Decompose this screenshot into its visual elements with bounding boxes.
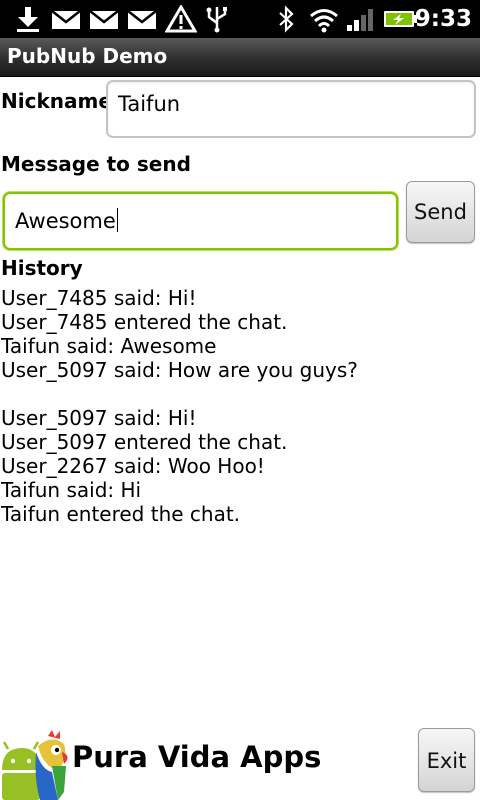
battery-charging-icon: [384, 11, 417, 27]
text-cursor: [116, 208, 118, 232]
footer-brand: Pura Vida Apps: [72, 740, 322, 774]
android-mascot-logo: [2, 730, 68, 800]
history-entry: User_5097 said: Hi!: [1, 406, 197, 430]
history-entry: [1, 382, 471, 406]
wifi-icon: [310, 9, 338, 33]
message-value: Awesome: [15, 208, 118, 233]
status-bar: 9:33: [0, 0, 480, 38]
nickname-label: Nickname: [1, 89, 112, 113]
usb-icon: [206, 7, 227, 33]
exit-button-label: Exit: [426, 749, 467, 773]
history-list: User_7485 said: Hi! User_7485 entered th…: [1, 286, 471, 526]
signal-icon: [347, 9, 373, 31]
history-entry: Taifun entered the chat.: [1, 502, 241, 526]
send-button[interactable]: Send: [406, 181, 475, 243]
mail-icon: [89, 10, 119, 29]
message-label: Message to send: [1, 152, 191, 176]
message-input[interactable]: Awesome: [3, 192, 398, 250]
history-entry: Taifun said: Awesome: [1, 334, 217, 358]
title-bar: PubNub Demo: [0, 38, 480, 77]
history-label: History: [1, 256, 83, 280]
history-entry: User_5097 said: How are you guys?: [1, 358, 358, 382]
history-entry: User_7485 entered the chat.: [1, 310, 288, 334]
status-time: 9:33: [414, 6, 472, 32]
nickname-field[interactable]: Taifun: [106, 80, 476, 138]
history-entry: Taifun said: Hi: [1, 478, 142, 502]
mail-icon: [127, 10, 157, 29]
warning-icon: [165, 5, 197, 33]
mail-icon: [51, 10, 81, 29]
exit-button[interactable]: Exit: [418, 728, 475, 792]
app-title: PubNub Demo: [7, 44, 168, 68]
history-entry: User_5097 entered the chat.: [1, 430, 288, 454]
download-icon: [17, 7, 39, 32]
history-entry: User_7485 said: Hi!: [1, 286, 197, 310]
bluetooth-icon: [279, 5, 294, 33]
nickname-value: Taifun: [118, 92, 181, 116]
send-button-label: Send: [414, 200, 467, 224]
history-entry: User_2267 said: Woo Hoo!: [1, 454, 265, 478]
